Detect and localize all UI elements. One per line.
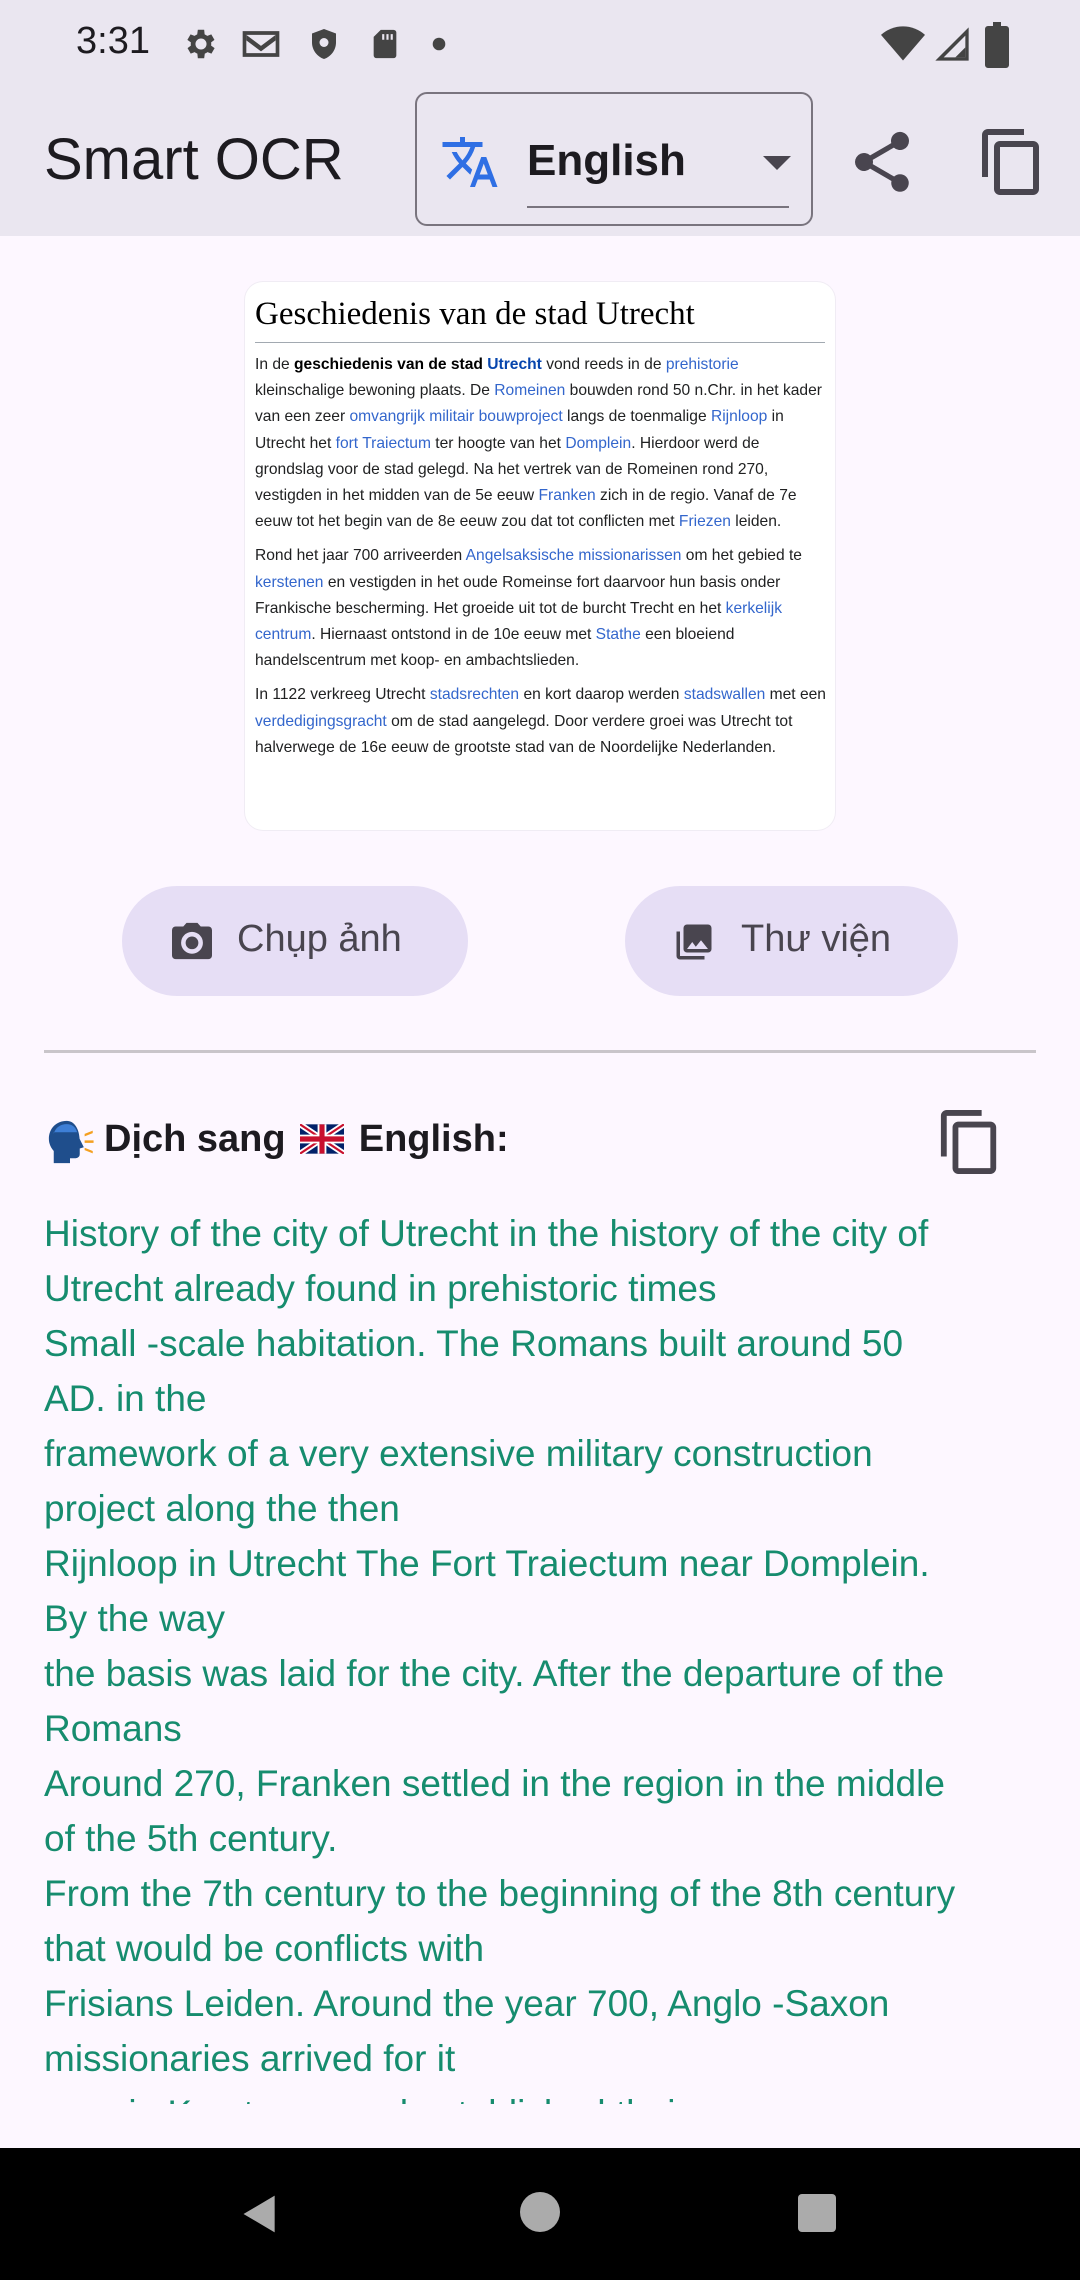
translation-line: By the way — [44, 1598, 225, 1639]
translation-label: Dịch sang English: — [104, 1118, 509, 1161]
battery-icon — [985, 22, 1009, 68]
source-image-rule — [255, 342, 825, 343]
translation-prefix: Dịch sang — [104, 1118, 286, 1160]
source-paragraph-1: In de geschiedenis van de stad Utrecht v… — [255, 356, 822, 531]
home-icon[interactable] — [520, 2192, 560, 2232]
translation-line: area in Kerstenen and established their — [44, 2086, 1044, 2104]
wifi-icon — [881, 26, 925, 61]
copy-translation-icon[interactable] — [938, 1106, 1002, 1178]
translation-language: English: — [358, 1118, 509, 1160]
translation-line: that would be conflicts with — [44, 1928, 485, 1969]
source-image-body: In de geschiedenis van de stad Utrecht v… — [255, 352, 827, 769]
gallery-button[interactable]: Thư viện — [625, 886, 958, 996]
settings-icon — [187, 29, 215, 59]
sd-card-icon — [373, 29, 397, 59]
source-image: Geschiedenis van de stad Utrecht In de g… — [245, 282, 835, 830]
gmail-icon — [242, 31, 280, 57]
translation-line: Rijnloop in Utrecht The Fort Traiectum n… — [44, 1543, 930, 1584]
camera-icon — [172, 922, 212, 960]
translation-line: of the 5th century. — [44, 1818, 338, 1859]
camera-button[interactable]: Chụp ảnh — [122, 886, 468, 996]
shield-icon — [312, 29, 336, 59]
app-title: Smart OCR — [44, 127, 344, 192]
divider — [44, 1050, 1036, 1053]
translation-line: project along the then — [44, 1488, 400, 1529]
navigation-bar — [0, 2148, 1080, 2280]
copy-icon[interactable] — [976, 124, 1048, 200]
translation-line: framework of a very extensive military c… — [44, 1433, 873, 1474]
target-language-select[interactable]: English — [415, 92, 813, 226]
translation-line: Around 270, Franken settled in the regio… — [44, 1763, 945, 1804]
translation-line: Utrecht already found in prehistoric tim… — [44, 1268, 717, 1309]
language-value: English — [527, 136, 686, 185]
translation-line: Romans — [44, 1708, 182, 1749]
translation-line: Small -scale habitation. The Romans buil… — [44, 1323, 904, 1364]
share-icon[interactable] — [846, 126, 918, 198]
translation-line: Frisians Leiden. Around the year 700, An… — [44, 1983, 890, 2024]
source-paragraph-3: In 1122 verkreeg Utrecht stadsrechten en… — [255, 686, 826, 756]
chevron-down-icon — [763, 156, 791, 170]
translation-text: History of the city of Utrecht in the hi… — [44, 1206, 1044, 2104]
language-underline — [527, 206, 789, 208]
recents-icon[interactable] — [798, 2194, 836, 2232]
dot-icon — [432, 37, 446, 51]
image-icon — [676, 924, 712, 960]
translation-line: History of the city of Utrecht in the hi… — [44, 1213, 929, 1254]
translation-line: From the 7th century to the beginning of… — [44, 1873, 956, 1914]
app-bar: Smart OCR English — [0, 88, 1080, 236]
uk-flag-icon — [300, 1124, 345, 1154]
back-icon[interactable] — [238, 2192, 282, 2236]
signal-icon — [935, 27, 969, 61]
speaking-head-icon — [48, 1120, 94, 1164]
status-right-icons — [880, 20, 1080, 68]
gallery-button-label: Thư viện — [741, 918, 892, 960]
translation-line: missionaries arrived for it — [44, 2038, 456, 2079]
source-paragraph-2: Rond het jaar 700 arriveerden Angelsaksi… — [255, 547, 802, 670]
status-bar: 3:31 — [0, 0, 1080, 88]
camera-button-label: Chụp ảnh — [237, 918, 402, 960]
translation-line: AD. in the — [44, 1378, 207, 1419]
translate-icon — [442, 137, 498, 187]
source-image-title: Geschiedenis van de stad Utrecht — [255, 296, 695, 332]
translation-line: the basis was laid for the city. After t… — [44, 1653, 945, 1694]
status-time: 3:31 — [76, 20, 150, 62]
